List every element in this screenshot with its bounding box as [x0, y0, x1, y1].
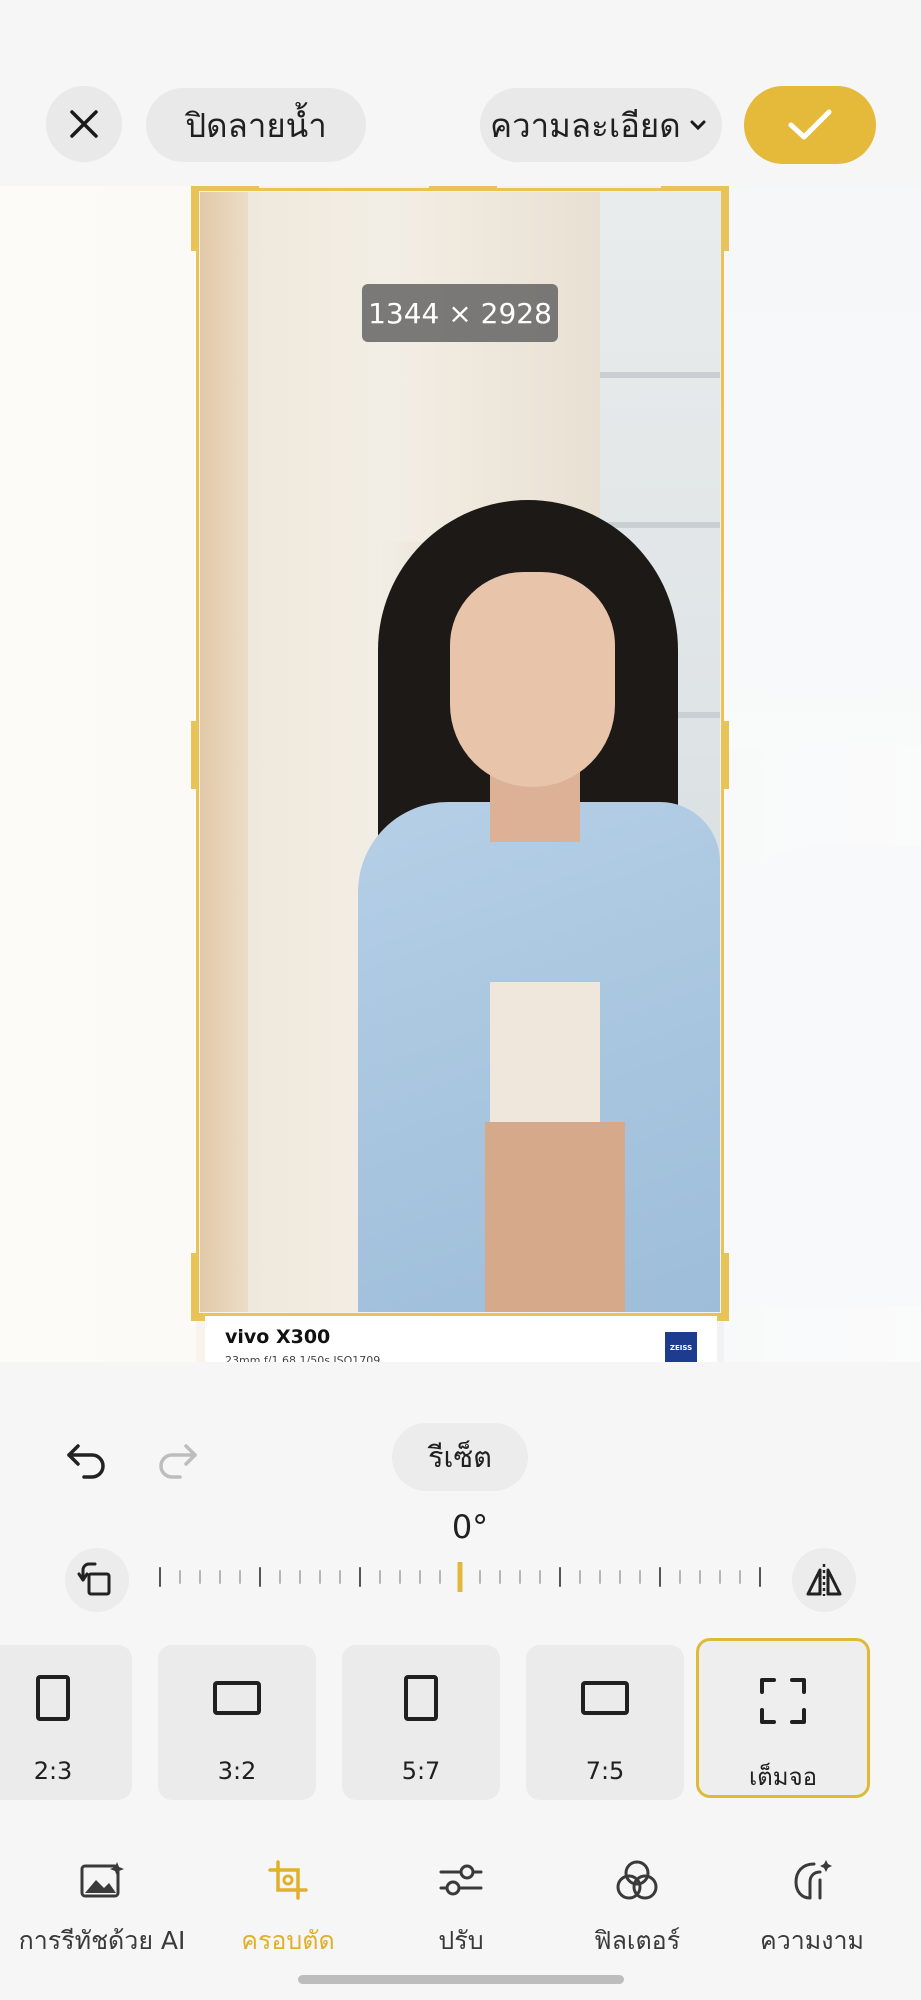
nav-label: ฟิลเตอร์	[593, 1926, 681, 1955]
aspect-card-label: 5:7	[401, 1757, 441, 1785]
zeiss-logo: ZEISS	[665, 1332, 697, 1362]
crop-handle-bottom-right-v[interactable]	[721, 1253, 729, 1321]
aspect-card-label: เต็มจอ	[748, 1763, 818, 1791]
aspect-card-3-2[interactable]: 3:2	[158, 1645, 316, 1800]
filter-icon	[616, 1860, 658, 1900]
aspect-card-2-3[interactable]: 2:3	[0, 1645, 132, 1800]
nav-adjust[interactable]: ปรับ	[366, 1855, 556, 1961]
crop-handle-bottom-left-v[interactable]	[191, 1253, 199, 1321]
portrait-frame-icon	[36, 1675, 70, 1721]
crop-handle-top-left-v[interactable]	[191, 186, 199, 251]
home-indicator	[298, 1975, 624, 1984]
fullscreen-icon	[760, 1678, 806, 1724]
watermark-strip: vivo X300 23mm f/1.68 1/50s ISO1709 ZEIS…	[205, 1316, 717, 1362]
undo-icon	[67, 1444, 105, 1479]
crop-canvas[interactable]: 1344 × 2928 vivo X300 23mm f/1.68 1/50s …	[0, 186, 921, 1362]
watermark-toggle-button[interactable]: ปิดลายน้ำ	[146, 88, 366, 162]
chevron-down-icon	[690, 120, 706, 131]
aspect-card-5-7[interactable]: 5:7	[342, 1645, 500, 1800]
crop-handle-top-right-v[interactable]	[721, 186, 729, 251]
rotate-button[interactable]	[65, 1548, 129, 1612]
crop-handle-right[interactable]	[721, 721, 729, 789]
reset-button[interactable]: รีเซ็ต	[392, 1423, 528, 1491]
nav-label: ความงาม	[759, 1926, 864, 1955]
crop-handle-top[interactable]	[429, 186, 497, 191]
crop-handle-left[interactable]	[191, 721, 199, 789]
rotate-icon	[77, 1562, 111, 1596]
beauty-icon	[794, 1860, 832, 1900]
landscape-frame-icon	[581, 1681, 629, 1715]
nav-label: ครอบตัด	[241, 1926, 335, 1955]
aspect-card-label: 7:5	[585, 1757, 625, 1785]
nav-crop[interactable]: ครอบตัด	[193, 1855, 383, 1961]
aspect-card-label: 2:3	[33, 1757, 73, 1785]
nav-label: การรีทัชด้วย AI	[18, 1926, 186, 1955]
portrait-frame-icon	[404, 1675, 438, 1721]
flip-icon	[806, 1564, 842, 1596]
ai-retouch-icon	[80, 1862, 124, 1898]
confirm-button[interactable]	[744, 86, 876, 164]
landscape-frame-icon	[213, 1681, 261, 1715]
rotation-ruler[interactable]	[150, 1562, 770, 1592]
resolution-label: ความละเอียด	[490, 105, 681, 145]
nav-filter[interactable]: ฟิลเตอร์	[542, 1855, 732, 1961]
redo-button[interactable]	[148, 1430, 208, 1490]
resolution-dropdown[interactable]: ความละเอียด	[480, 88, 722, 162]
nav-beauty[interactable]: ความงาม	[717, 1855, 907, 1961]
adjust-icon	[439, 1864, 483, 1896]
close-button[interactable]	[46, 86, 122, 162]
aspect-card-fullscreen[interactable]: เต็มจอ	[696, 1638, 870, 1798]
undo-button[interactable]	[56, 1430, 116, 1490]
nav-ai-retouch[interactable]: การรีทัชด้วย AI	[7, 1855, 197, 1961]
check-icon	[788, 109, 832, 140]
close-icon	[70, 110, 98, 138]
rotation-angle: 0°	[451, 1508, 489, 1546]
aspect-card-label: 3:2	[217, 1757, 257, 1785]
flip-button[interactable]	[792, 1548, 856, 1612]
watermark-brand: vivo X300	[225, 1326, 331, 1348]
crop-icon	[268, 1860, 308, 1900]
crop-handle-top-right[interactable]	[661, 186, 729, 191]
watermark-meta: 23mm f/1.68 1/50s ISO1709	[225, 1354, 381, 1362]
nav-label: ปรับ	[438, 1926, 484, 1955]
redo-icon	[159, 1444, 197, 1479]
crop-frame[interactable]	[191, 186, 729, 1321]
aspect-card-7-5[interactable]: 7:5	[526, 1645, 684, 1800]
crop-handle-top-left[interactable]	[191, 186, 259, 191]
